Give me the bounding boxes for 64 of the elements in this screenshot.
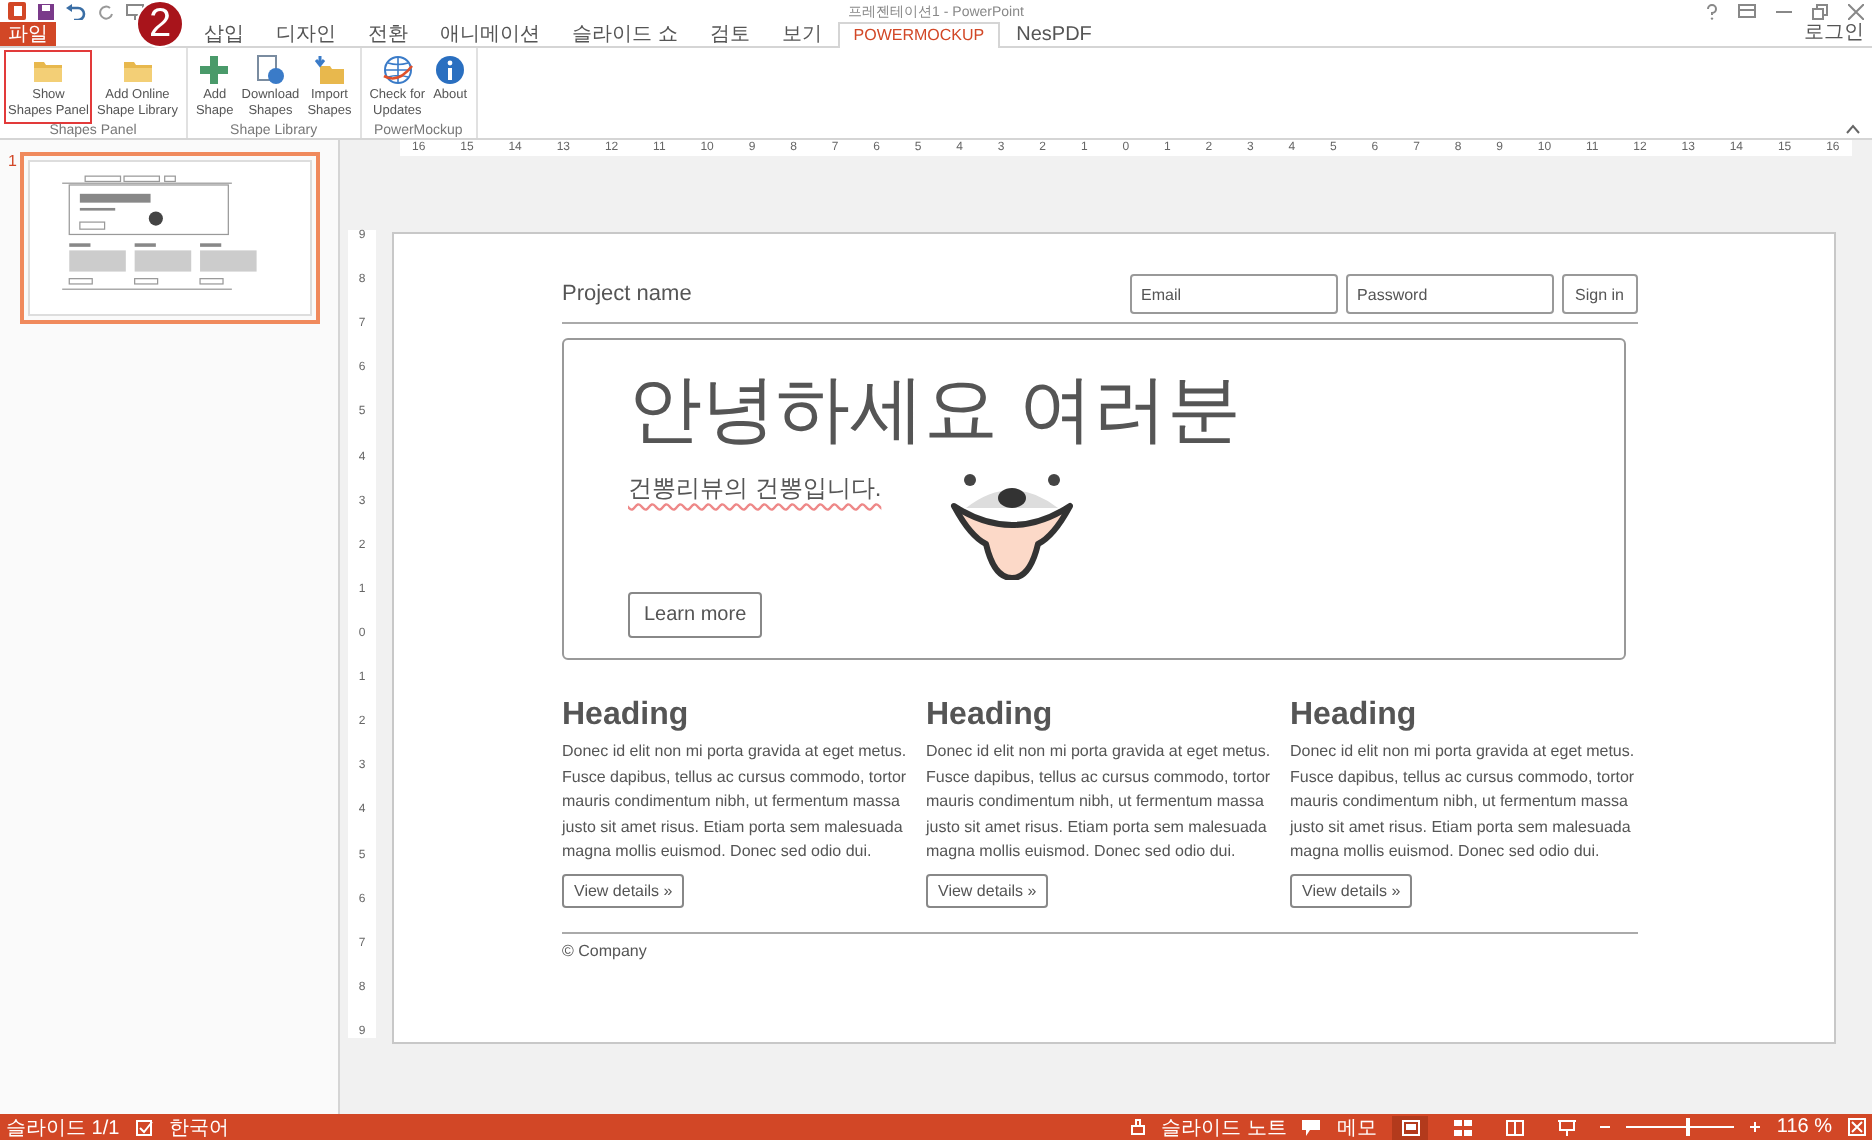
presentation-icon[interactable] [126,3,144,19]
close-icon[interactable] [1848,3,1864,19]
undo-icon[interactable] [66,3,86,19]
column-heading: Heading [1290,696,1417,736]
dog-face-drawing [945,468,1078,580]
zoom-out-icon[interactable] [1600,1122,1611,1132]
redo-icon[interactable] [98,3,114,19]
save-icon[interactable] [38,3,54,19]
app-logo-icon[interactable] [8,2,26,20]
restore-icon[interactable] [1812,3,1828,19]
slide-counter: 슬라이드 1/1 [6,1115,120,1140]
ribbon-tab[interactable]: 애니메이션 [424,22,556,46]
brand-name: Project name [562,282,692,306]
zoom-level[interactable]: 116 % [1776,1116,1832,1138]
ribbon-tab[interactable]: 전환 [352,22,424,46]
notes-icon[interactable] [1129,1118,1146,1136]
ribbon-tab[interactable]: POWERMOCKUP [837,22,1001,48]
view-details-button[interactable]: View details » [926,873,1049,907]
normal-view-icon [1401,1119,1420,1135]
footer-text: © Company [562,931,1638,959]
ribbon-tab[interactable]: NesPDF [1000,22,1108,46]
ribbon-tab[interactable]: 보기 [765,22,838,46]
ribbon-options-icon[interactable] [1738,4,1756,18]
info-icon [434,54,467,86]
ribbon-tab[interactable]: 삽입 [188,22,260,46]
zoom-in-icon[interactable] [1750,1122,1761,1132]
ribbon-tab[interactable]: 디자인 [260,22,352,46]
comments-button[interactable]: 메모 [1336,1113,1377,1140]
view-button[interactable] [1392,1115,1429,1139]
reading-view-icon [1505,1119,1524,1135]
slideshow-icon [1557,1119,1576,1135]
input-field[interactable]: Email [1129,274,1338,314]
globe-icon [381,54,414,86]
view-details-button[interactable]: View details » [562,873,685,907]
file-tab[interactable]: 파일 [0,22,56,46]
column-text: Donec id elit non mi porta gravida at eget metus. Fusce dapibus, tellus ac cursus commodo, tortor mauris condimentum nibh, ut fermentum massa justo sit amet risus. Etiam porta sem malesuada magna mollis euismod. Donec sed odio dui. [926,740,1273,864]
hero-title: 안녕하세요 여러분 [628,366,1243,454]
input-field[interactable]: Password [1345,274,1554,314]
help-icon[interactable] [1706,3,1718,19]
plus-icon [198,54,231,86]
sign-in-link[interactable]: 로그인 [1804,22,1872,46]
learn-more-button[interactable]: Learn more [628,592,763,638]
document-globe-icon [254,54,287,86]
step-number-badge: 2 [136,0,184,48]
sign-in-button[interactable]: Sign in [1561,274,1638,314]
hero-subtitle: 건뽕리뷰의 건뽕입니다. [628,472,882,506]
collapse-ribbon-icon[interactable] [1846,124,1860,134]
slide-thumbnail[interactable] [20,152,321,324]
ribbon-tab[interactable]: 슬라이드 쇼 [556,22,694,46]
column-heading: Heading [926,696,1053,736]
column-heading: Heading [562,696,689,736]
folder-arrow-icon [313,54,346,86]
slide-sorter-icon [1453,1119,1472,1135]
view-details-button[interactable]: View details » [1290,873,1413,907]
zoom-slider-thumb[interactable] [1686,1118,1691,1136]
slide-number: 1 [8,152,17,170]
comment-icon[interactable] [1302,1119,1321,1135]
column-text: Donec id elit non mi porta gravida at eget metus. Fusce dapibus, tellus ac cursus commodo, tortor mauris condimentum nibh, ut fermentum massa justo sit amet risus. Etiam porta sem malesuada magna mollis euismod. Donec sed odio dui. [562,740,909,864]
notes-check-icon[interactable] [135,1119,154,1135]
notes-button[interactable]: 슬라이드 노트 [1161,1113,1287,1140]
language-indicator[interactable]: 한국어 [169,1113,230,1140]
fit-to-window-icon[interactable] [1848,1118,1866,1136]
ribbon-tab[interactable]: 검토 [693,22,766,46]
column-text: Donec id elit non mi porta gravida at eget metus. Fusce dapibus, tellus ac cursus commodo, tortor mauris condimentum nibh, ut fermentum massa justo sit amet risus. Etiam porta sem malesuada magna mollis euismod. Donec sed odio dui. [1290,740,1637,864]
